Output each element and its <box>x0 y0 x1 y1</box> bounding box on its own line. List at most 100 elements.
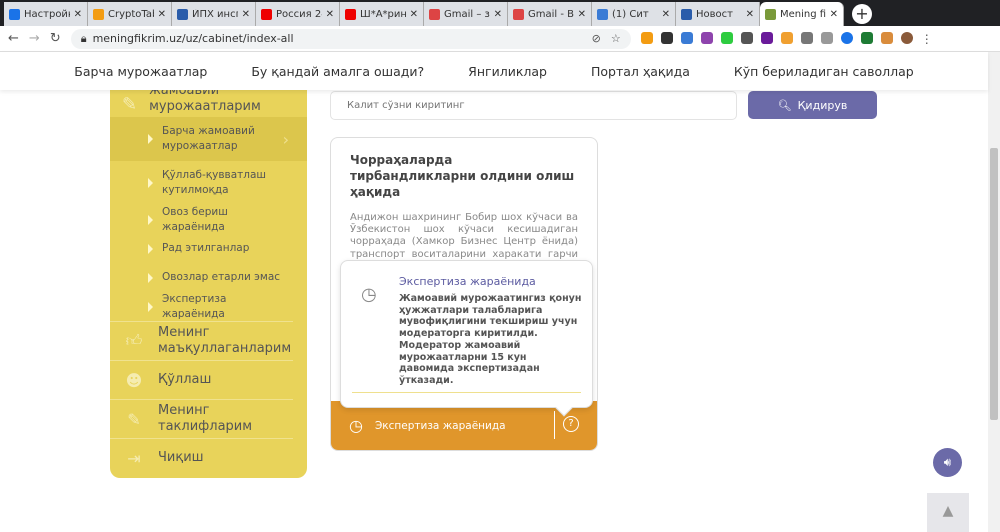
extension-icon[interactable] <box>720 31 733 44</box>
favicon-icon <box>513 8 524 20</box>
sidebar-item[interactable]: ⇥ Чиқиш <box>110 438 293 477</box>
search-icon: 🔍︎ <box>777 98 792 112</box>
extension-icon[interactable] <box>880 31 893 44</box>
sidebar-subitem[interactable]: Овоз бериш жараёнида <box>110 205 307 234</box>
close-tab-icon[interactable]: ✕ <box>242 9 250 20</box>
browser-tab-strip: Настройки✕CryptoTab✕ЙПХ инсп✕Россия 24✕Ш… <box>0 0 1000 26</box>
new-tab-button[interactable]: + <box>852 4 872 24</box>
browser-tab[interactable]: Россия 24✕ <box>256 2 340 26</box>
favicon-icon <box>9 8 20 20</box>
sidebar-subitem[interactable]: Барча жамоавий мурожаатлар › <box>110 117 307 161</box>
extension-icon[interactable] <box>660 31 673 44</box>
browser-tab[interactable]: Gmail – з ✕ <box>424 2 508 26</box>
chevron-right-icon: › <box>282 129 289 149</box>
bullet-icon <box>148 134 153 144</box>
close-tab-icon[interactable]: ✕ <box>158 9 166 20</box>
lock-icon: 🔒︎ <box>80 31 87 45</box>
browser-tab[interactable]: Mening fi ✕ <box>760 2 844 26</box>
extension-icon[interactable] <box>640 31 653 44</box>
tooltip-title: Экспертиза жараёнида <box>399 275 536 288</box>
url-field[interactable]: 🔒︎ meningfikrim.uz/uz/cabinet/index-all … <box>70 28 631 49</box>
clock-icon: ◷ <box>349 416 363 435</box>
forward-icon[interactable]: → <box>29 31 40 46</box>
address-bar-row: ← → ↻ 🔒︎ meningfikrim.uz/uz/cabinet/inde… <box>0 26 1000 52</box>
site-settings-icon[interactable]: ⊘ <box>592 32 601 45</box>
extensions: ⋮ <box>640 31 933 46</box>
scrollbar-thumb[interactable] <box>990 148 998 420</box>
nav-how-it-works[interactable]: Бу қандай амалга ошади? <box>251 64 424 79</box>
bullet-icon <box>148 214 153 225</box>
reload-icon[interactable]: ↻ <box>50 31 61 46</box>
help-icon[interactable]: ? <box>563 416 579 432</box>
favicon-icon <box>177 8 188 20</box>
profile-avatar[interactable] <box>900 31 913 44</box>
extension-icon[interactable] <box>780 31 793 44</box>
favicon-icon <box>681 8 692 20</box>
arrow-up-icon: ▲ <box>942 503 954 519</box>
browser-tab[interactable]: Gmail - В ✕ <box>508 2 592 26</box>
bookmark-star-icon[interactable]: ☆ <box>611 32 621 45</box>
close-tab-icon[interactable]: ✕ <box>74 9 82 20</box>
nav-news[interactable]: Янгиликлар <box>468 64 547 79</box>
status-label: Экспертиза жараёнида <box>374 419 506 432</box>
nav-faq[interactable]: Кўп бериладиган саволлар <box>734 64 914 79</box>
close-tab-icon[interactable]: ✕ <box>578 9 586 20</box>
browser-tab[interactable]: Новост ✕ <box>676 2 760 26</box>
favicon-icon <box>345 8 356 20</box>
favicon-icon <box>597 8 608 20</box>
close-tab-icon[interactable]: ✕ <box>662 9 670 20</box>
extension-icon[interactable] <box>800 31 813 44</box>
close-tab-icon[interactable]: ✕ <box>830 9 838 20</box>
browser-tab[interactable]: (1) Сит ✕ <box>592 2 676 26</box>
nav-about[interactable]: Портал ҳақида <box>591 64 690 79</box>
browser-tab[interactable]: CryptoTab ✕ <box>88 2 172 26</box>
close-tab-icon[interactable]: ✕ <box>494 9 502 20</box>
edit-appeal-icon: ✎ <box>122 94 138 115</box>
pen-icon: ✎ <box>127 409 141 429</box>
sidebar-item[interactable]: 👍︎ Менинг маъқуллаганларим <box>110 321 293 360</box>
sidebar: ✎ Менинг жамоавий мурожаатларим Барча жа… <box>110 83 307 478</box>
sidebar-subitem[interactable]: Овозлар етарли эмас <box>110 263 307 292</box>
extension-icon[interactable] <box>680 31 693 44</box>
sound-button[interactable]: 🔊︎ <box>933 448 962 477</box>
favicon-icon <box>765 8 776 20</box>
sidebar-item[interactable]: ☻ Қўллаш <box>110 360 293 399</box>
search-input[interactable] <box>330 91 737 120</box>
favicon-icon <box>93 8 104 20</box>
clock-icon: ◷ <box>361 284 377 305</box>
top-navigation: Барча мурожаатлар Бу қандай амалга ошади… <box>0 52 988 90</box>
sidebar-subitem[interactable]: Қўллаб-қувватлаш кутилмоқда <box>110 161 307 205</box>
nav-all-appeals[interactable]: Барча мурожаатлар <box>74 64 207 79</box>
logout-icon: ⇥ <box>127 448 141 468</box>
back-icon[interactable]: ← <box>8 31 19 46</box>
scroll-to-top-button[interactable]: ▲ <box>927 493 969 532</box>
appeal-title: Чорраҳаларда тирбандликларни олдини олиш… <box>350 153 575 199</box>
tooltip-text: Жамоавий мурожаатингиз қонун ҳужжатлари … <box>399 293 582 386</box>
sidebar-item[interactable]: ✎ Менинг таклифларим <box>110 399 293 438</box>
sidebar-subitem[interactable]: Экспертиза жараёнида <box>110 292 307 321</box>
extension-icon[interactable] <box>700 31 713 44</box>
favicon-icon <box>429 8 440 20</box>
bullet-icon <box>148 243 153 254</box>
url-text: meningfikrim.uz/uz/cabinet/index-all <box>92 32 294 45</box>
browser-tab[interactable]: ЙПХ инсп ✕ <box>172 2 256 26</box>
bullet-icon <box>148 272 153 283</box>
extension-icon[interactable] <box>860 31 873 44</box>
close-tab-icon[interactable]: ✕ <box>410 9 418 20</box>
bullet-icon <box>148 301 153 312</box>
scrollbar[interactable] <box>988 52 1000 532</box>
bullet-icon <box>148 178 153 188</box>
browser-tab[interactable]: Настройки✕ <box>4 2 88 26</box>
menu-icon[interactable]: ⋮ <box>921 32 933 46</box>
extension-icon[interactable] <box>760 31 773 44</box>
close-tab-icon[interactable]: ✕ <box>326 9 334 20</box>
extension-icon[interactable] <box>840 31 853 44</box>
favicon-icon <box>261 8 272 20</box>
thumbs-up-icon: 👍︎ <box>125 331 143 350</box>
browser-tab[interactable]: Ш*А*рин ✕ <box>340 2 424 26</box>
sidebar-subitem[interactable]: Рад этилганлар <box>110 234 307 263</box>
extension-icon[interactable] <box>740 31 753 44</box>
extension-icon[interactable] <box>820 31 833 44</box>
close-tab-icon[interactable]: ✕ <box>746 9 754 20</box>
search-button[interactable]: 🔍︎ Қидирув <box>748 91 877 119</box>
